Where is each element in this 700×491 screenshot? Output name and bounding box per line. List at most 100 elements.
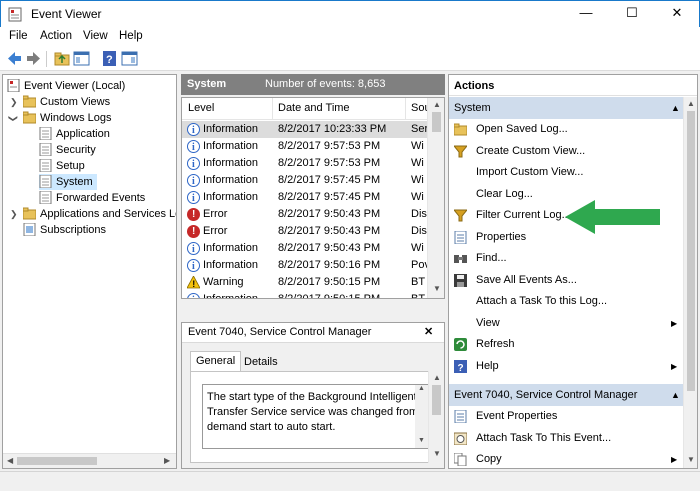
forward-arrow-icon[interactable] xyxy=(25,50,42,67)
tree-item-subscriptions[interactable]: Subscriptions xyxy=(23,222,106,238)
up-folder-icon[interactable] xyxy=(54,50,71,67)
task-icon xyxy=(453,432,468,445)
table-row[interactable]: i Information 8/2/2017 9:50:43 PM Wi xyxy=(182,240,427,257)
table-row[interactable]: iInformation 8/2/2017 9:50:16 PM Pov xyxy=(182,257,427,274)
column-separator[interactable] xyxy=(405,98,406,120)
action-item[interactable]: Copy ▶ xyxy=(449,450,684,468)
row-level: Information xyxy=(203,157,259,169)
show-action-pane-icon[interactable] xyxy=(121,50,138,67)
action-item[interactable]: Open Saved Log... xyxy=(449,120,684,139)
table-row[interactable]: ! Error 8/2/2017 9:50:43 PM Dis xyxy=(182,206,427,223)
folder-icon xyxy=(22,111,37,124)
expand-chevron-icon[interactable]: ❯ xyxy=(10,97,18,108)
action-item[interactable]: Event Properties xyxy=(449,407,684,426)
tree-item-security[interactable]: Security xyxy=(39,142,96,158)
action-label: Find... xyxy=(476,252,507,264)
list-vertical-scrollbar[interactable]: ▲ ▼ xyxy=(427,98,444,298)
description-scrollbar[interactable]: ▲ ▼ xyxy=(415,385,429,448)
scroll-down-icon[interactable]: ▼ xyxy=(433,284,441,293)
collapse-chevron-icon[interactable]: ❯ xyxy=(7,115,18,123)
collapse-up-icon[interactable]: ▲ xyxy=(671,97,680,119)
table-row[interactable]: i Information 8/2/2017 9:57:45 PM Wi xyxy=(182,172,427,189)
actions-title: Actions xyxy=(449,75,697,96)
close-button[interactable]: ✕ xyxy=(654,1,700,27)
action-item[interactable]: Save All Events As... xyxy=(449,271,684,290)
row-level: Warning xyxy=(203,276,244,288)
event-viewer-app-icon xyxy=(8,7,23,22)
scroll-up-icon[interactable]: ▲ xyxy=(433,373,441,382)
scroll-up-icon[interactable]: ▲ xyxy=(418,385,425,392)
maximize-button[interactable]: ☐ xyxy=(609,1,655,27)
properties-icon xyxy=(454,230,467,244)
tree-item-apps-services[interactable]: Applications and Services Logs xyxy=(22,206,176,222)
minimize-button[interactable]: — xyxy=(563,1,609,27)
help-book-icon[interactable]: ? xyxy=(101,50,118,67)
table-row[interactable]: ! Error 8/2/2017 9:50:43 PM Dis xyxy=(182,223,427,240)
action-item[interactable]: Attach Task To This Event... xyxy=(449,429,684,448)
actions-section-system[interactable]: System ▲ xyxy=(449,97,697,119)
row-source: Wi xyxy=(411,157,424,169)
column-header-level[interactable]: Level xyxy=(188,102,214,114)
event-detail-pane: Event 7040, Service Control Manager ✕ Ge… xyxy=(181,322,445,469)
show-hide-console-tree-icon[interactable] xyxy=(73,50,90,67)
detail-vertical-scrollbar[interactable]: ▲ ▼ xyxy=(428,371,443,463)
action-item[interactable]: Import Custom View... xyxy=(449,163,684,182)
tree-item-windows-logs[interactable]: Windows Logs xyxy=(22,110,112,126)
scroll-down-icon[interactable]: ▼ xyxy=(418,437,425,444)
log-icon xyxy=(39,158,52,173)
table-row[interactable]: i Information 8/2/2017 10:23:33 PM Ser xyxy=(182,121,427,138)
table-row[interactable]: i Information 8/2/2017 9:57:53 PM Wi xyxy=(182,138,427,155)
scroll-thumb[interactable] xyxy=(687,111,695,391)
scroll-right-icon[interactable]: ▶ xyxy=(164,456,170,465)
tree-horizontal-scrollbar[interactable]: ◀ ▶ xyxy=(3,453,176,468)
action-item[interactable]: View ▶ xyxy=(449,314,684,333)
row-source: Wi xyxy=(411,140,424,152)
tab-details[interactable]: Details xyxy=(239,353,283,373)
error-icon: ! xyxy=(187,225,200,238)
column-header-row: Level Date and Time Source xyxy=(182,98,427,120)
tree-item-custom-views[interactable]: Custom Views xyxy=(22,94,110,110)
tree-item-forwarded-events[interactable]: Forwarded Events xyxy=(39,190,145,206)
action-item[interactable]: Find... xyxy=(449,249,684,268)
scroll-thumb[interactable] xyxy=(432,385,441,415)
menu-view[interactable]: View xyxy=(83,30,108,42)
action-item[interactable]: Attach a Task To this Log... xyxy=(449,292,684,311)
table-row[interactable]: i Information 8/2/2017 9:57:53 PM Wi xyxy=(182,155,427,172)
actions-vertical-scrollbar[interactable]: ▲ ▼ xyxy=(683,97,697,468)
tab-general[interactable]: General xyxy=(190,351,242,372)
action-item[interactable]: Refresh xyxy=(449,335,684,354)
scroll-thumb[interactable] xyxy=(432,112,441,132)
table-row[interactable]: iInformation 8/2/2017 9:50:15 PM BT xyxy=(182,291,427,298)
action-item[interactable]: Create Custom View... xyxy=(449,142,684,161)
tree-item-system[interactable]: System xyxy=(39,174,97,190)
scroll-left-icon[interactable]: ◀ xyxy=(7,456,13,465)
column-separator[interactable] xyxy=(272,98,273,120)
scroll-down-icon[interactable]: ▼ xyxy=(687,455,695,464)
tree-item-setup[interactable]: Setup xyxy=(39,158,85,174)
tree-item-root[interactable]: Event Viewer (Local) xyxy=(7,78,125,94)
table-row[interactable]: ! Warning 8/2/2017 9:50:15 PM BT xyxy=(182,274,427,291)
row-source: Wi xyxy=(411,242,424,254)
collapse-up-icon[interactable]: ▲ xyxy=(671,384,680,406)
action-item[interactable]: ? Help ▶ xyxy=(449,357,684,376)
close-icon[interactable]: ✕ xyxy=(424,325,433,338)
expand-chevron-icon[interactable]: ❯ xyxy=(10,209,18,220)
menu-action[interactable]: Action xyxy=(40,30,72,42)
table-row[interactable]: i Information 8/2/2017 9:57:45 PM Wi xyxy=(182,189,427,206)
menu-help[interactable]: Help xyxy=(119,30,143,42)
action-label: Import Custom View... xyxy=(476,166,584,178)
scroll-thumb[interactable] xyxy=(17,457,97,465)
tree-item-application[interactable]: Application xyxy=(39,126,110,142)
scroll-down-icon[interactable]: ▼ xyxy=(433,449,441,458)
scroll-up-icon[interactable]: ▲ xyxy=(433,100,441,109)
folder-icon xyxy=(22,207,37,220)
menu-file[interactable]: File xyxy=(9,30,28,42)
log-header: System Number of events: 8,653 xyxy=(181,74,445,95)
scroll-up-icon[interactable]: ▲ xyxy=(687,99,695,108)
actions-section-event[interactable]: Event 7040, Service Control Manager ▲ xyxy=(449,384,697,406)
column-header-date[interactable]: Date and Time xyxy=(278,102,350,114)
column-header-source[interactable]: Source xyxy=(411,102,427,114)
tree-label: Security xyxy=(56,144,96,156)
event-description[interactable]: The start type of the Background Intelli… xyxy=(202,384,430,449)
back-arrow-icon[interactable] xyxy=(6,50,23,67)
